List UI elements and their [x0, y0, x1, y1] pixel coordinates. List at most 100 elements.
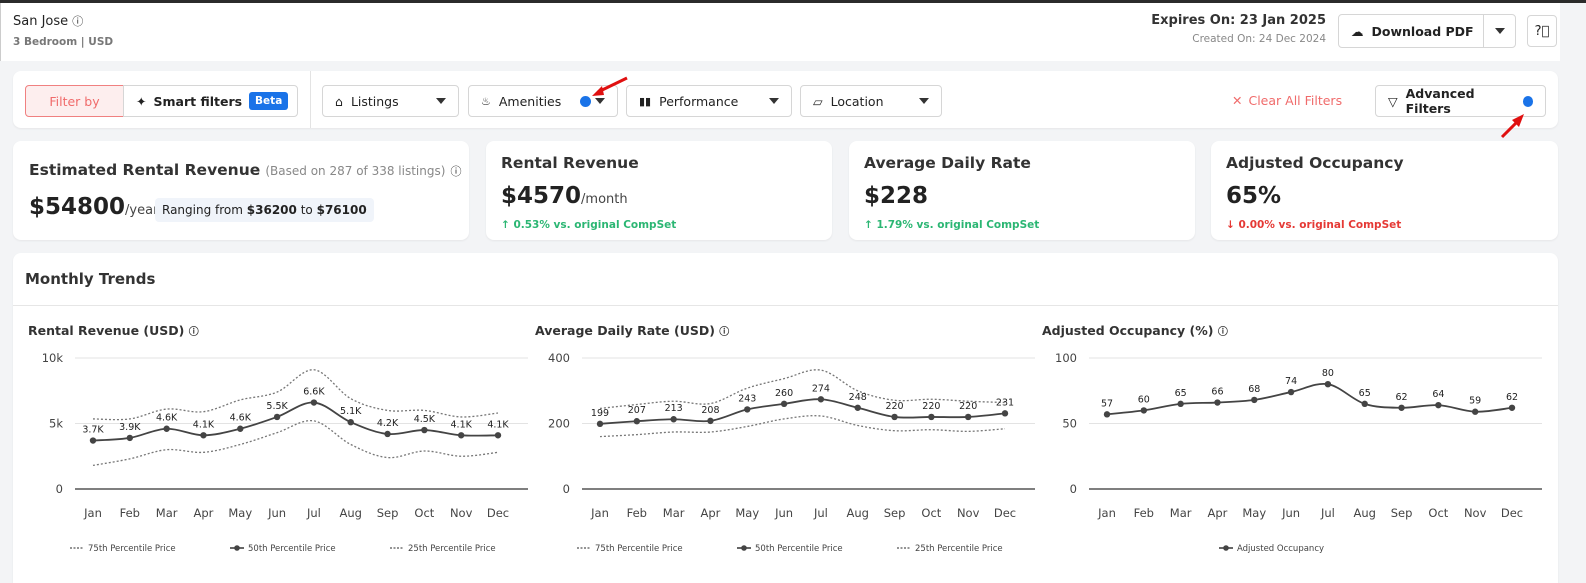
- smart-filters-button[interactable]: ✦ Smart filters Beta: [123, 85, 298, 117]
- performance-filter[interactable]: ▮▮ Performance: [626, 85, 792, 117]
- expires-date: Expires On: 23 Jan 2025: [1151, 13, 1326, 28]
- y-tick-label: 100: [1055, 351, 1077, 365]
- x-tick-label: Jan: [590, 506, 609, 520]
- data-point: [1508, 404, 1516, 411]
- legend-label[interactable]: 25th Percentile Price: [915, 544, 1003, 554]
- listings-filter[interactable]: ⌂ Listings: [322, 85, 459, 117]
- data-point: [421, 426, 428, 434]
- section-title: Monthly Trends: [25, 270, 156, 288]
- clear-all-filters-button[interactable]: ✕ Clear All Filters: [1232, 93, 1342, 108]
- x-tick-label: Mar: [1170, 506, 1192, 520]
- data-label: 248: [849, 392, 867, 403]
- market-subtitle: 3 Bedroom | USD: [13, 36, 114, 48]
- amenities-label: Amenities: [498, 93, 562, 109]
- x-tick-label: Aug: [339, 506, 361, 520]
- data-point: [494, 432, 502, 439]
- data-point: [817, 396, 825, 403]
- x-tick-label: May: [228, 506, 252, 520]
- data-label: 220: [959, 401, 977, 412]
- y-tick-label: 10k: [42, 351, 64, 365]
- legend-marker: [1223, 545, 1229, 551]
- filter-by-button[interactable]: Filter by: [25, 85, 124, 117]
- series-line-50th-percentile-price: [599, 398, 1006, 425]
- annotation-arrow: [592, 76, 628, 96]
- legend-label[interactable]: 75th Percentile Price: [595, 544, 683, 554]
- download-pdf-button[interactable]: ☁ Download PDF: [1338, 14, 1484, 48]
- data-label: 68: [1248, 384, 1260, 395]
- kpi-change: ↑ 1.79% vs. original CompSet: [864, 219, 1040, 231]
- legend-label[interactable]: 25th Percentile Price: [408, 544, 496, 554]
- data-point: [854, 404, 861, 411]
- amenities-icon: ♨: [481, 94, 491, 108]
- data-label: 260: [775, 388, 793, 399]
- data-label: 4.2K: [377, 418, 399, 429]
- data-label: 4.1K: [451, 419, 473, 430]
- performance-label: Performance: [659, 93, 739, 109]
- adr-card: Average Daily Rate $228 ↑ 1.79% vs. orig…: [849, 141, 1195, 240]
- range-to: to: [300, 203, 313, 217]
- x-tick-label: Jul: [1320, 506, 1335, 520]
- kpi-unit: /month: [581, 192, 628, 207]
- legend-label[interactable]: 50th Percentile Price: [248, 544, 336, 554]
- line-chart: 0 5k 10k Jan Feb Mar Apr May Jun Jul Aug Sep Oct Nov D…: [42, 351, 528, 554]
- info-icon[interactable]: ⓘ: [189, 327, 199, 338]
- x-tick-label: Jun: [267, 506, 286, 520]
- data-point: [1001, 410, 1009, 417]
- data-label: 4.1K: [487, 419, 509, 430]
- legend-label[interactable]: 50th Percentile Price: [755, 544, 843, 554]
- legend-marker: [741, 545, 747, 551]
- data-point: [1435, 401, 1442, 409]
- caret-down-icon: [919, 98, 929, 104]
- data-point: [780, 400, 788, 408]
- info-icon[interactable]: ⓘ: [1218, 327, 1228, 338]
- data-point: [384, 430, 391, 438]
- chart-title: Rental Revenue (USD) ⓘ: [28, 323, 199, 338]
- data-label: 66: [1211, 387, 1223, 398]
- active-filter-dot: [1522, 95, 1533, 107]
- data-point: [1177, 400, 1184, 408]
- series-line-75th-percentile-price: [92, 369, 499, 421]
- data-point: [200, 432, 207, 439]
- divider: [310, 71, 311, 128]
- x-tick-label: Oct: [921, 506, 941, 520]
- x-tick-label: Apr: [194, 506, 214, 520]
- data-point: [1471, 408, 1479, 415]
- market-name: San Jose: [13, 14, 69, 29]
- x-tick-label: Sep: [377, 506, 399, 520]
- x-tick-label: Oct: [1428, 506, 1448, 520]
- data-label: 59: [1469, 396, 1481, 407]
- data-point: [1398, 404, 1405, 411]
- x-tick-label: Dec: [1501, 506, 1523, 520]
- info-icon[interactable]: ⓘ: [72, 15, 83, 28]
- data-point: [744, 406, 751, 413]
- x-tick-label: Aug: [846, 506, 868, 520]
- legend-label[interactable]: 75th Percentile Price: [88, 544, 176, 554]
- kpi-title: Average Daily Rate: [864, 154, 1031, 172]
- data-label: 220: [922, 401, 940, 412]
- x-tick-label: Nov: [1464, 506, 1487, 520]
- location-filter[interactable]: ▱ Location: [800, 85, 942, 117]
- market-title: San Jose ⓘ: [13, 13, 83, 29]
- kpi-change: ↑ 0.53% vs. original CompSet: [501, 219, 677, 231]
- help-button[interactable]: ?⃝: [1527, 15, 1557, 47]
- y-tick-label: 0: [1070, 482, 1077, 496]
- kpi-unit: /year: [125, 203, 159, 218]
- legend-label[interactable]: Adjusted Occupancy: [1237, 544, 1324, 554]
- data-label: 62: [1395, 392, 1407, 403]
- data-label: 208: [701, 405, 719, 416]
- data-point: [1287, 388, 1295, 396]
- x-tick-label: Sep: [1391, 506, 1413, 520]
- data-label: 199: [591, 408, 609, 419]
- data-label: 65: [1175, 388, 1187, 399]
- kpi-change: ↓ 0.00% vs. original CompSet: [1226, 219, 1402, 231]
- download-options-button[interactable]: [1483, 14, 1516, 48]
- data-point: [964, 413, 972, 421]
- data-label: 57: [1101, 398, 1113, 409]
- beta-badge: Beta: [249, 92, 289, 110]
- x-tick-label: Apr: [1208, 506, 1228, 520]
- data-label: 6.6K: [303, 387, 325, 398]
- info-icon[interactable]: ⓘ: [719, 327, 729, 338]
- data-label: 5.5K: [266, 401, 288, 412]
- range-prefix: Ranging from: [162, 203, 243, 217]
- info-icon[interactable]: ⓘ: [451, 165, 462, 178]
